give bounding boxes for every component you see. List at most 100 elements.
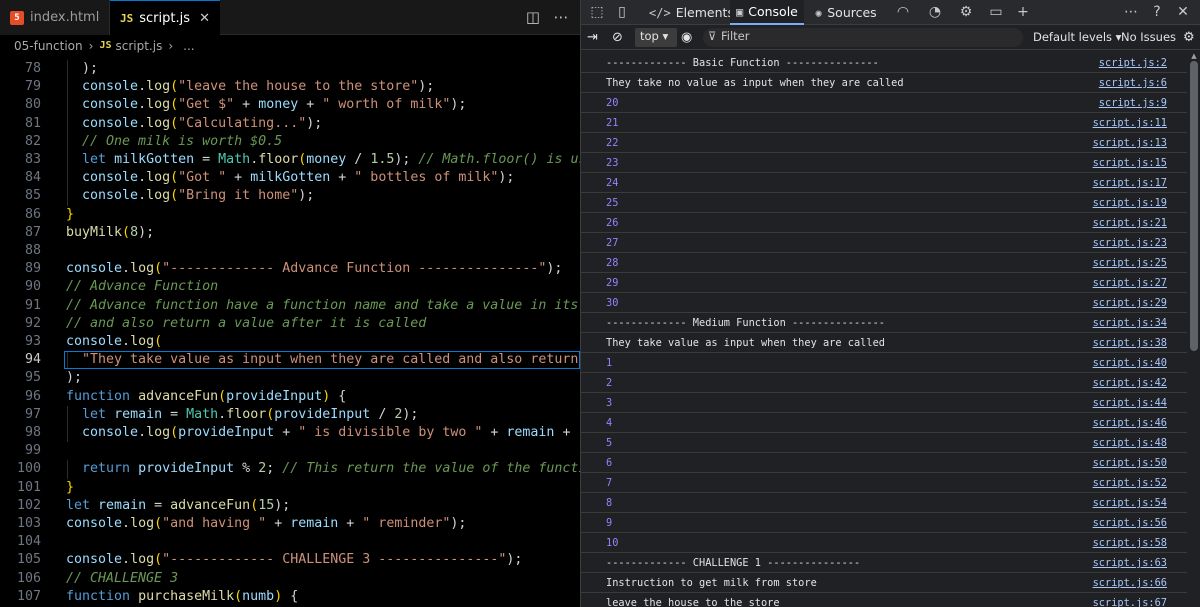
source-link[interactable]: script.js:19 <box>1093 193 1167 213</box>
scroll-thumb[interactable] <box>1190 61 1198 351</box>
tab-elements[interactable]: </> Elements <box>643 0 740 25</box>
source-link[interactable]: script.js:58 <box>1093 533 1167 553</box>
code-line[interactable]: 94 "They take value as input when they a… <box>0 351 580 370</box>
issues-counter[interactable]: No Issues <box>1121 29 1176 46</box>
source-link[interactable]: script.js:15 <box>1093 153 1167 173</box>
console-settings-icon[interactable]: ⚙ <box>1183 29 1195 46</box>
source-link[interactable]: script.js:21 <box>1093 213 1167 233</box>
code-line[interactable]: 105 console.log("------------- CHALLENGE … <box>0 551 580 569</box>
code-line[interactable]: 90 // Advance Function <box>0 278 580 296</box>
source-link[interactable]: script.js:48 <box>1093 433 1167 453</box>
code-line[interactable]: 86} <box>0 206 580 224</box>
code-line[interactable]: 95); <box>0 369 580 387</box>
eye-icon[interactable]: ◉ <box>681 29 692 46</box>
settings-gear-icon[interactable]: ⚙ <box>956 3 976 21</box>
source-link[interactable]: script.js:17 <box>1093 173 1167 193</box>
console-message-text: 29 <box>606 277 619 289</box>
close-icon[interactable]: ✕ <box>1173 3 1193 21</box>
code-line[interactable]: 80 console.log("Get $" + money + " worth… <box>0 96 580 115</box>
performance-icon[interactable]: ◔ <box>925 3 945 21</box>
code-line[interactable]: 87 buyMilk(8); <box>0 224 580 242</box>
clear-console-icon[interactable]: ⊘ <box>612 29 623 46</box>
code-line[interactable]: 97 let remain = Math.floor(provideInput … <box>0 405 580 424</box>
code-line[interactable]: 106 // CHALLENGE 3 <box>0 570 580 588</box>
code-line[interactable]: 99 <box>0 442 580 460</box>
source-link[interactable]: script.js:46 <box>1093 413 1167 433</box>
source-link[interactable]: script.js:2 <box>1099 53 1167 73</box>
code-line[interactable]: 107 function purchaseMilk(numb) { <box>0 588 580 606</box>
source-link[interactable]: script.js:56 <box>1093 513 1167 533</box>
source-link[interactable]: script.js:50 <box>1093 453 1167 473</box>
breadcrumb-folder[interactable]: 05-function <box>14 39 83 53</box>
source-link[interactable]: script.js:52 <box>1093 473 1167 493</box>
device-toolbar-icon[interactable]: ▯ <box>612 3 632 21</box>
source-link[interactable]: script.js:66 <box>1093 573 1167 593</box>
code-line[interactable]: 89 console.log("------------- Advance Fun… <box>0 260 580 278</box>
code-line[interactable]: 102 let remain = advanceFun(15); <box>0 497 580 515</box>
code-area[interactable]: 78 ); 79 console.log("leave the house to … <box>0 52 580 607</box>
source-link[interactable]: script.js:42 <box>1093 373 1167 393</box>
source-link[interactable]: script.js:40 <box>1093 353 1167 373</box>
code-line[interactable]: 82 // One milk is worth $0.5 <box>0 132 580 151</box>
code-line[interactable]: 88 <box>0 242 580 260</box>
breadcrumb-ellipsis[interactable]: ... <box>183 39 194 53</box>
wifi-icon[interactable]: ◠ <box>893 3 913 21</box>
source-link[interactable]: script.js:44 <box>1093 393 1167 413</box>
source-link[interactable]: script.js:9 <box>1099 93 1167 113</box>
code-line[interactable]: 100 return provideInput % 2; // This ret… <box>0 460 580 479</box>
breadcrumb-file[interactable]: script.js <box>115 39 162 53</box>
close-icon[interactable]: ✕ <box>199 11 210 26</box>
split-editor-icon[interactable]: ◫ <box>524 8 542 26</box>
code-line[interactable]: 91 // Advance function have a function na… <box>0 297 580 315</box>
tab-sources[interactable]: ✺ Sources <box>809 0 883 25</box>
source-link[interactable]: script.js:11 <box>1093 113 1167 133</box>
source-link[interactable]: script.js:67 <box>1093 593 1167 607</box>
code-editor[interactable]: 5 index.html JS script.js ✕ ◫ ⋯ 05-funct… <box>0 0 580 607</box>
application-icon[interactable]: ▭ <box>986 3 1006 21</box>
tab-script-js[interactable]: JS script.js ✕ <box>110 0 220 35</box>
sidebar-toggle-icon[interactable]: ⇥ <box>587 29 598 46</box>
source-link[interactable]: script.js:38 <box>1093 333 1167 353</box>
code-line[interactable]: 78 ); <box>0 60 580 79</box>
console-message: 23 script.js:15 <box>581 153 1187 173</box>
console-message: 28 script.js:25 <box>581 253 1187 273</box>
console-scrollbar[interactable]: ▲ <box>1187 51 1200 607</box>
code-line[interactable]: 98 console.log(provideInput + " is divis… <box>0 424 580 443</box>
code-line[interactable]: 84 console.log("Got " + milkGotten + " b… <box>0 169 580 188</box>
scroll-up-arrow-icon[interactable]: ▲ <box>1190 53 1198 60</box>
source-link[interactable]: script.js:63 <box>1093 553 1167 573</box>
inspect-element-icon[interactable]: ⬚ <box>587 3 607 21</box>
code-line[interactable]: 101} <box>0 479 580 497</box>
code-line[interactable]: 81 console.log("Calculating..."); <box>0 114 580 133</box>
log-levels-dropdown[interactable]: Default levels ▾ <box>1033 29 1121 46</box>
more-options-icon[interactable]: ⋯ <box>1121 3 1141 21</box>
source-link[interactable]: script.js:54 <box>1093 493 1167 513</box>
tab-label: Sources <box>827 5 877 20</box>
help-icon[interactable]: ? <box>1147 3 1167 21</box>
add-tab-icon[interactable]: + <box>1013 3 1033 21</box>
code-line[interactable]: 93 console.log( <box>0 333 580 351</box>
source-link[interactable]: script.js:34 <box>1093 313 1167 333</box>
tab-index-html[interactable]: 5 index.html <box>0 0 110 35</box>
code-line[interactable]: 83 let milkGotten = Math.floor(money / 1… <box>0 151 580 170</box>
console-message: 9 script.js:56 <box>581 513 1187 533</box>
code-line[interactable]: 96 function advanceFun(provideInput) { <box>0 388 580 406</box>
tab-console[interactable]: ▣ Console <box>730 0 804 25</box>
code-line[interactable]: 92 // and also return a value after it is… <box>0 315 580 333</box>
code-line[interactable]: 79 console.log("leave the house to the s… <box>0 78 580 97</box>
code-line[interactable]: 103 console.log("and having " + remain + … <box>0 515 580 533</box>
line-number: 87 <box>24 224 41 240</box>
code-line[interactable]: 85 console.log("Bring it home"); <box>0 187 580 206</box>
source-link[interactable]: script.js:13 <box>1093 133 1167 153</box>
more-actions-icon[interactable]: ⋯ <box>552 8 570 26</box>
source-link[interactable]: script.js:6 <box>1099 73 1167 93</box>
line-number: 78 <box>24 61 41 76</box>
console-output[interactable]: ------------- Basic Function -----------… <box>581 51 1187 607</box>
source-link[interactable]: script.js:23 <box>1093 233 1167 253</box>
code-line[interactable]: 104 <box>0 533 580 551</box>
source-link[interactable]: script.js:29 <box>1093 293 1167 313</box>
filter-input[interactable]: ⊽ Filter <box>703 28 1023 47</box>
source-link[interactable]: script.js:25 <box>1093 253 1167 273</box>
source-link[interactable]: script.js:27 <box>1093 273 1167 293</box>
context-select[interactable]: top ▾ <box>635 28 677 47</box>
